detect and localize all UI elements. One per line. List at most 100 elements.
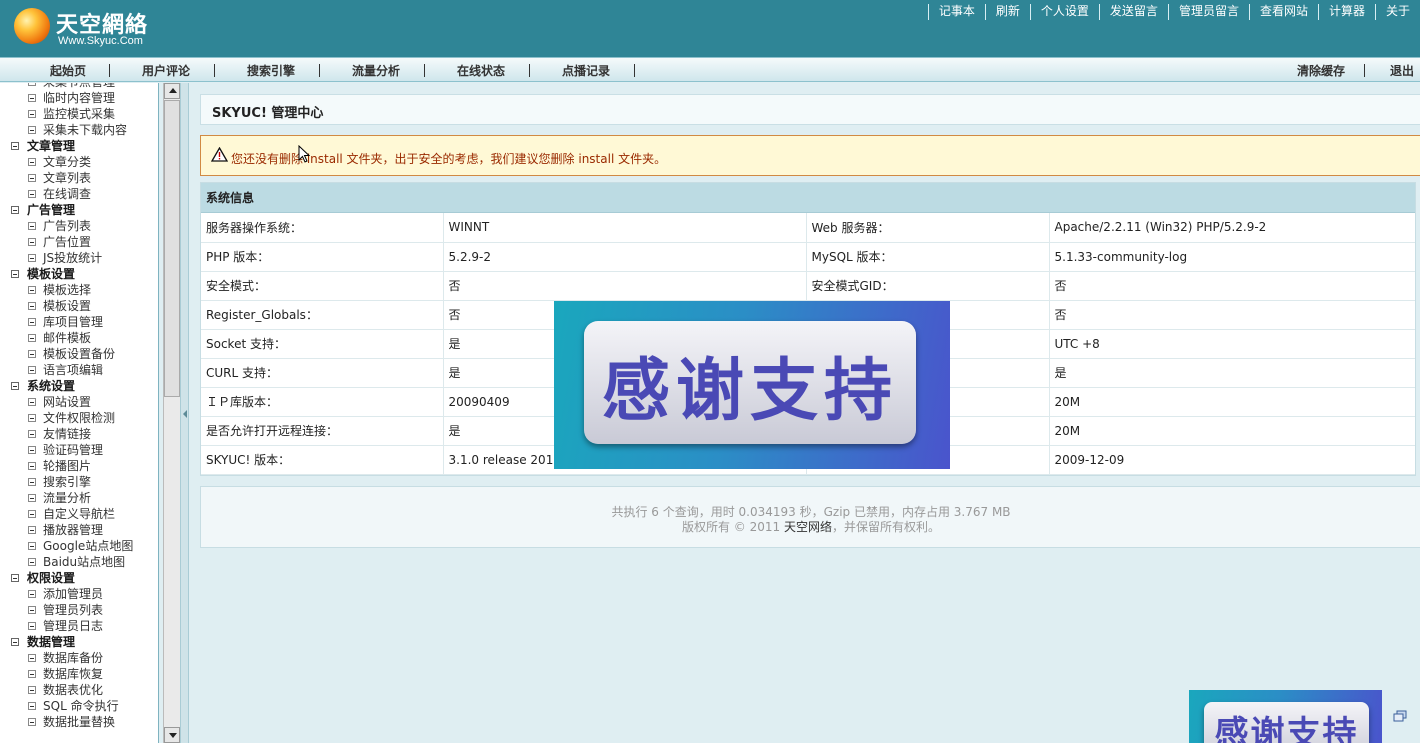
sidebar-group[interactable]: 广告管理 bbox=[0, 202, 158, 218]
sidebar-item[interactable]: 模板选择 bbox=[0, 282, 158, 298]
collapse-toggle-icon[interactable] bbox=[11, 270, 19, 278]
sidebar-item[interactable]: 验证码管理 bbox=[0, 442, 158, 458]
toplink-send-message[interactable]: 发送留言 bbox=[1098, 4, 1168, 20]
sidebar-item-label: 库项目管理 bbox=[43, 315, 104, 329]
sidebar-item[interactable]: 播放器管理 bbox=[0, 522, 158, 538]
page-footer: 共执行 6 个查询，用时 0.034193 秒，Gzip 已禁用，内存占用 3.… bbox=[200, 486, 1420, 548]
sidebar-item[interactable]: 在线调查 bbox=[0, 186, 158, 202]
toplink-refresh[interactable]: 刷新 bbox=[984, 4, 1030, 20]
info-label: 安全模式GID： bbox=[806, 271, 1050, 301]
clear-cache-button[interactable]: 清除缓存 bbox=[1297, 62, 1345, 79]
sidebar-item[interactable]: 临时内容管理 bbox=[0, 90, 158, 106]
sidebar-item[interactable]: 广告位置 bbox=[0, 234, 158, 250]
nav-separator bbox=[214, 64, 215, 77]
info-value: UTC +8 bbox=[1049, 329, 1415, 359]
info-label: PHP 版本： bbox=[201, 242, 444, 272]
banner-text: 感谢支持 bbox=[601, 352, 898, 431]
page-title: SKYUC! 管理中心 bbox=[212, 106, 324, 121]
logo-url-text: Www.Skyuc.Com bbox=[58, 35, 143, 47]
sidebar-item[interactable]: 友情链接 bbox=[0, 426, 158, 442]
sidebar-item[interactable]: Baidu站点地图 bbox=[0, 554, 158, 570]
sidebar-item[interactable]: 广告列表 bbox=[0, 218, 158, 234]
toplink-calculator[interactable]: 计算器 bbox=[1317, 4, 1375, 20]
sidebar-item[interactable]: 数据库恢复 bbox=[0, 666, 158, 682]
sidebar-group[interactable]: 系统设置 bbox=[0, 378, 158, 394]
sidebar-item[interactable]: 管理员列表 bbox=[0, 602, 158, 618]
tree-node-icon bbox=[28, 174, 36, 182]
sidebar-item-label: 语言项编辑 bbox=[43, 363, 104, 377]
sidebar-scrollbar[interactable] bbox=[163, 83, 180, 743]
sidebar-item[interactable]: 采集节点管理 bbox=[0, 83, 158, 90]
thanks-banner-small[interactable]: 感谢支持 bbox=[1189, 690, 1382, 743]
sidebar-group[interactable]: 权限设置 bbox=[0, 570, 158, 586]
nav-play-records[interactable]: 点播记录 bbox=[562, 62, 610, 79]
nav-separator bbox=[424, 64, 425, 77]
site-logo[interactable]: 天空網絡 Www.Skyuc.Com bbox=[12, 5, 162, 51]
scroll-thumb[interactable] bbox=[164, 100, 180, 397]
sidebar-item[interactable]: 轮播图片 bbox=[0, 458, 158, 474]
sidebar-item[interactable]: 模板设置 bbox=[0, 298, 158, 314]
sidebar-item[interactable]: 搜索引擎 bbox=[0, 474, 158, 490]
sidebar-item-label: SQL 命令执行 bbox=[43, 699, 119, 713]
nav-user-comments[interactable]: 用户评论 bbox=[142, 62, 190, 79]
frame-splitter[interactable] bbox=[180, 83, 189, 743]
tree-node-icon bbox=[28, 622, 36, 630]
toplink-notepad[interactable]: 记事本 bbox=[927, 4, 985, 20]
sidebar-item[interactable]: 采集未下载内容 bbox=[0, 122, 158, 138]
sidebar-item[interactable]: Google站点地图 bbox=[0, 538, 158, 554]
sidebar-item[interactable]: 文件权限检测 bbox=[0, 410, 158, 426]
sidebar-item-label: 文章分类 bbox=[43, 155, 92, 169]
window-restore-icon[interactable] bbox=[1393, 710, 1407, 722]
sidebar-item[interactable]: 流量分析 bbox=[0, 490, 158, 506]
nav-home[interactable]: 起始页 bbox=[50, 62, 86, 79]
nav-search-engine[interactable]: 搜索引擎 bbox=[247, 62, 295, 79]
nav-traffic-analysis[interactable]: 流量分析 bbox=[352, 62, 400, 79]
toplink-about[interactable]: 关于 bbox=[1374, 4, 1420, 20]
sidebar-item[interactable]: 监控模式采集 bbox=[0, 106, 158, 122]
sidebar-item[interactable]: 数据批量替换 bbox=[0, 714, 158, 730]
sidebar-item[interactable]: 添加管理员 bbox=[0, 586, 158, 602]
sidebar-item[interactable]: 模板设置备份 bbox=[0, 346, 158, 362]
sidebar-item[interactable]: 数据库备份 bbox=[0, 650, 158, 666]
sidebar-item[interactable]: 库项目管理 bbox=[0, 314, 158, 330]
footer-brand-link[interactable]: 天空网络 bbox=[784, 520, 832, 534]
sidebar-item[interactable]: 自定义导航栏 bbox=[0, 506, 158, 522]
tree-node-icon bbox=[28, 526, 36, 534]
collapse-toggle-icon[interactable] bbox=[11, 206, 19, 214]
thanks-banner[interactable]: 感谢支持 bbox=[554, 301, 950, 469]
sidebar-item[interactable]: JS投放统计 bbox=[0, 250, 158, 266]
nav-online-status[interactable]: 在线状态 bbox=[457, 62, 505, 79]
collapse-toggle-icon[interactable] bbox=[11, 382, 19, 390]
collapse-toggle-icon[interactable] bbox=[11, 638, 19, 646]
tree-node-icon bbox=[28, 654, 36, 662]
sidebar-item[interactable]: 文章列表 bbox=[0, 170, 158, 186]
sidebar-item[interactable]: 数据表优化 bbox=[0, 682, 158, 698]
logout-button[interactable]: 退出 bbox=[1390, 62, 1414, 79]
sidebar-item-label: 数据表优化 bbox=[43, 683, 104, 697]
scroll-up-arrow-icon[interactable] bbox=[164, 83, 180, 99]
collapse-toggle-icon[interactable] bbox=[11, 142, 19, 150]
collapse-arrow-icon[interactable] bbox=[183, 410, 187, 418]
sidebar-item[interactable]: 网站设置 bbox=[0, 394, 158, 410]
sidebar-group[interactable]: 数据管理 bbox=[0, 634, 158, 650]
toplink-view-site[interactable]: 查看网站 bbox=[1248, 4, 1318, 20]
scroll-down-arrow-icon[interactable] bbox=[164, 727, 180, 743]
system-info-title: 系统信息 bbox=[201, 183, 1415, 213]
sidebar-item-label: 数据批量替换 bbox=[43, 715, 116, 729]
toplink-personal-settings[interactable]: 个人设置 bbox=[1029, 4, 1099, 20]
sidebar-item[interactable]: 管理员日志 bbox=[0, 618, 158, 634]
collapse-toggle-icon[interactable] bbox=[11, 574, 19, 582]
sidebar-menu: 采集节点管理临时内容管理监控模式采集采集未下载内容文章管理文章分类文章列表在线调… bbox=[0, 83, 159, 743]
sidebar-group[interactable]: 模板设置 bbox=[0, 266, 158, 282]
info-value: 否 bbox=[443, 271, 807, 301]
sidebar-item[interactable]: 语言项编辑 bbox=[0, 362, 158, 378]
sidebar-item[interactable]: 邮件模板 bbox=[0, 330, 158, 346]
sidebar-group[interactable]: 文章管理 bbox=[0, 138, 158, 154]
sidebar-item[interactable]: 文章分类 bbox=[0, 154, 158, 170]
sidebar-item-label: 管理员列表 bbox=[43, 603, 104, 617]
sidebar-item[interactable]: SQL 命令执行 bbox=[0, 698, 158, 714]
banner-plate: 感谢支持 bbox=[584, 321, 916, 444]
sidebar-item-label: 模板选择 bbox=[43, 283, 92, 297]
nav-separator bbox=[1364, 64, 1365, 77]
toplink-admin-messages[interactable]: 管理员留言 bbox=[1167, 4, 1249, 20]
